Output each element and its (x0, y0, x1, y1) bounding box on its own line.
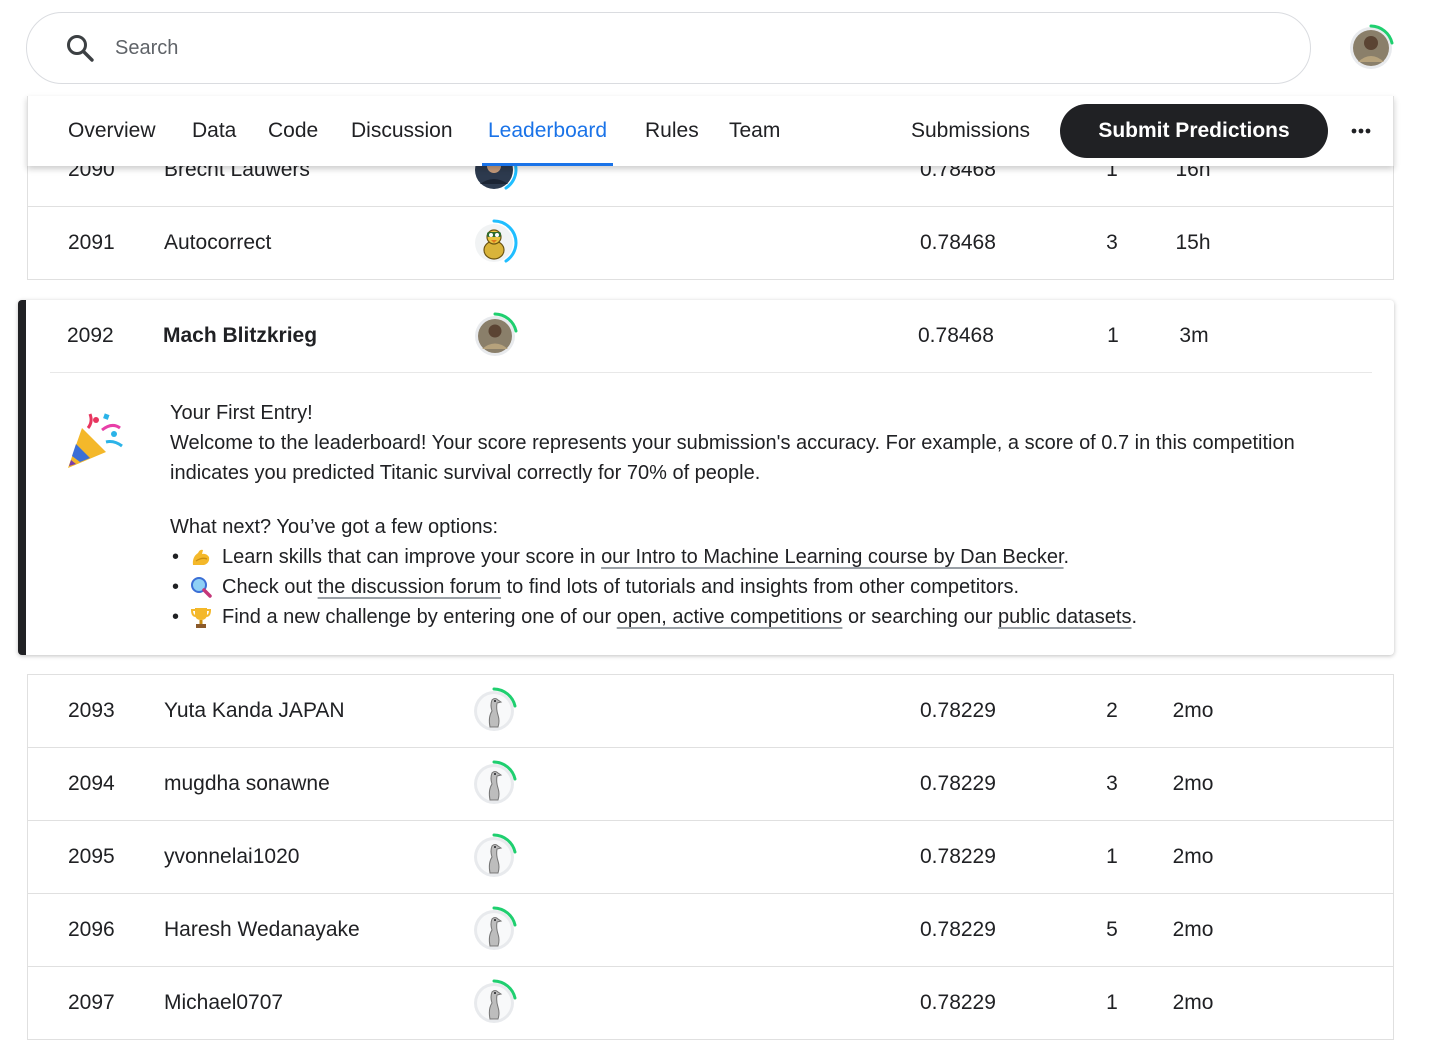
options-list: Learn skills that can improve your score… (170, 542, 1370, 632)
default-goose-avatar-icon (470, 687, 518, 735)
last-submission: 15h (1175, 231, 1211, 254)
team-name[interactable]: Yuta Kanda JAPAN (164, 675, 345, 747)
tab-team[interactable]: Team (729, 96, 780, 166)
party-popper-icon (68, 413, 123, 468)
default-goose-avatar-icon (470, 906, 518, 954)
last-submission: 2mo (1172, 991, 1214, 1014)
tab-submissions[interactable]: Submissions (911, 96, 1030, 166)
entries: 3 (1106, 772, 1118, 795)
entries: 1 (1106, 845, 1118, 868)
current-entry-card: 2092 Mach Blitzkrieg 0.78468 1 3m Your F… (18, 300, 1394, 655)
list-item: Check out the discussion forum to find l… (170, 572, 1370, 602)
rank: 2092 (67, 324, 114, 347)
leaderboard-table-bottom: 2093 Yuta Kanda JAPAN 0.78229 2 2mo 2094… (27, 674, 1394, 1040)
table-row[interactable]: 2093 Yuta Kanda JAPAN 0.78229 2 2mo (28, 675, 1393, 748)
tab-data[interactable]: Data (192, 96, 236, 166)
score: 0.78229 (920, 772, 996, 795)
team-name[interactable]: yvonnelai1020 (164, 821, 299, 893)
search-input[interactable] (115, 36, 1115, 60)
table-row[interactable]: 2094 mugdha sonawne 0.78229 3 2mo (28, 748, 1393, 821)
list-item: Find a new challenge by entering one of … (170, 602, 1370, 632)
score: 0.78468 (918, 324, 994, 347)
tab-rules[interactable]: Rules (645, 96, 699, 166)
message-next: What next? You’ve got a few options: (170, 516, 498, 538)
rank: 2096 (68, 918, 115, 941)
rank: 2093 (68, 699, 115, 722)
score: 0.78229 (920, 845, 996, 868)
last-submission: 3m (1179, 324, 1209, 347)
more-options-icon[interactable] (1346, 116, 1376, 146)
team-avatar[interactable] (470, 207, 518, 279)
team-name[interactable]: Michael0707 (164, 967, 283, 1039)
search-bar[interactable] (26, 12, 1311, 84)
last-submission: 2mo (1172, 699, 1214, 722)
default-goose-avatar-icon (470, 833, 518, 881)
tab-leaderboard[interactable]: Leaderboard (481, 96, 614, 166)
intro-ml-course-link[interactable]: our Intro to Machine Learning course by … (601, 546, 1063, 568)
rank: 2097 (68, 991, 115, 1014)
last-submission: 2mo (1172, 918, 1214, 941)
table-row[interactable]: 2097 Michael0707 0.78229 1 2mo (28, 967, 1393, 1040)
team-name[interactable]: mugdha sonawne (164, 748, 330, 820)
competition-nav: Overview Data Code Discussion Leaderboar… (27, 96, 1394, 166)
score: 0.78229 (920, 699, 996, 722)
default-goose-avatar-icon (470, 979, 518, 1027)
entries: 3 (1106, 231, 1118, 254)
table-row[interactable]: 2091 Autocorrect 0.78468 3 15h (28, 207, 1393, 280)
trophy-icon (190, 608, 212, 628)
search-icon (67, 35, 94, 62)
entries: 1 (1106, 991, 1118, 1014)
message-body: Welcome to the leaderboard! Your score r… (170, 432, 1295, 484)
divider (50, 372, 1372, 373)
submit-predictions-button[interactable]: Submit Predictions (1060, 104, 1328, 158)
team-name[interactable]: Autocorrect (164, 207, 271, 279)
tab-code[interactable]: Code (268, 96, 318, 166)
discussion-forum-link[interactable]: the discussion forum (318, 576, 501, 598)
score: 0.78229 (920, 918, 996, 941)
entries: 5 (1106, 918, 1118, 941)
team-avatar[interactable] (470, 821, 518, 893)
entries: 2 (1106, 699, 1118, 722)
default-goose-avatar-icon (470, 760, 518, 808)
message-title: Your First Entry! (170, 402, 313, 424)
rank: 2095 (68, 845, 115, 868)
team-name[interactable]: Mach Blitzkrieg (163, 300, 317, 372)
team-avatar[interactable] (470, 748, 518, 820)
rank: 2091 (68, 231, 115, 254)
team-avatar[interactable] (470, 967, 518, 1039)
table-row[interactable]: 2095 yvonnelai1020 0.78229 1 2mo (28, 821, 1393, 894)
active-competitions-link[interactable]: open, active competitions (617, 606, 843, 628)
team-name[interactable]: Haresh Wedanayake (164, 894, 360, 966)
score: 0.78229 (920, 991, 996, 1014)
public-datasets-link[interactable]: public datasets (998, 606, 1131, 628)
first-entry-message: Your First Entry! Welcome to the leaderb… (170, 398, 1370, 632)
tab-overview[interactable]: Overview (68, 96, 156, 166)
tab-discussion[interactable]: Discussion (351, 96, 453, 166)
last-submission: 2mo (1172, 845, 1214, 868)
flexed-biceps-icon (192, 549, 210, 565)
team-avatar[interactable] (470, 894, 518, 966)
entries: 1 (1107, 324, 1119, 347)
magnifier-icon (191, 577, 212, 598)
current-user-row[interactable]: 2092 Mach Blitzkrieg 0.78468 1 3m (26, 300, 1393, 372)
last-submission: 2mo (1172, 772, 1214, 795)
score: 0.78468 (920, 231, 996, 254)
rank: 2094 (68, 772, 115, 795)
table-row[interactable]: 2096 Haresh Wedanayake 0.78229 5 2mo (28, 894, 1393, 967)
team-avatar[interactable] (471, 300, 519, 372)
user-avatar[interactable] (1347, 24, 1395, 72)
list-item: Learn skills that can improve your score… (170, 542, 1370, 572)
team-avatar[interactable] (470, 675, 518, 747)
